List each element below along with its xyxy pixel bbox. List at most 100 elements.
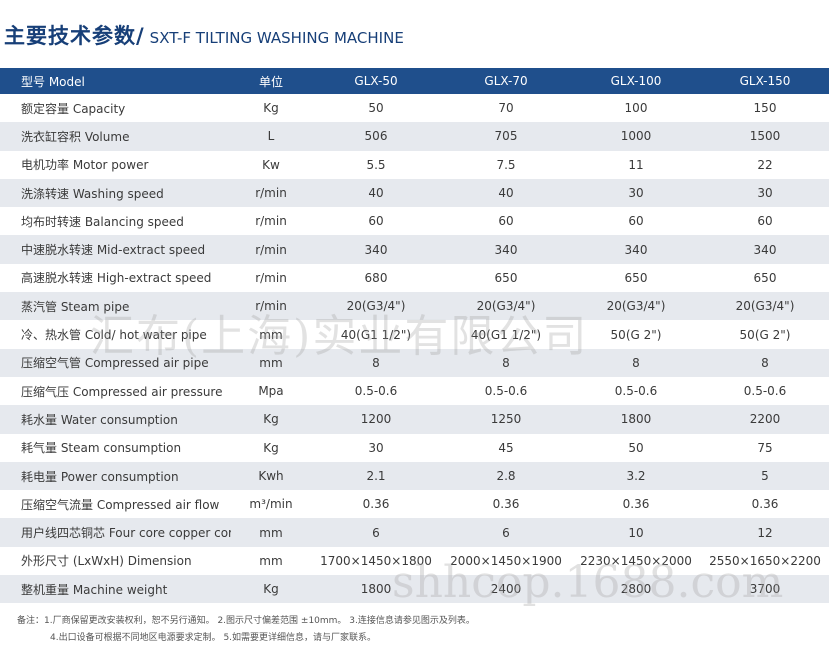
value-cell: 7.5	[441, 150, 571, 179]
table-row: 耗气量 Steam consumption Kg 30 45 50 75	[0, 433, 829, 462]
value-cell: 70	[441, 94, 571, 123]
value-cell: 650	[441, 263, 571, 293]
value-cell: 2400	[441, 575, 571, 604]
param-cell: 用户线四芯铜芯 Four core copper core	[0, 518, 231, 547]
value-cell: 12	[701, 518, 829, 547]
value-cell: 60	[571, 207, 701, 236]
param-cell: 压缩空气流量 Compressed air flow	[0, 490, 231, 519]
unit-cell: r/min	[231, 263, 311, 293]
table-row: 压缩气压 Compressed air pressure Mpa 0.5-0.6 0.…	[0, 376, 829, 406]
table-row: 整机重量 Machine weight Kg 1800 2400 2800 3700	[0, 575, 829, 604]
title-english: SXT-F TILTING WASHING MACHINE	[149, 29, 404, 47]
value-cell: 50(G 2")	[701, 320, 829, 349]
value-cell: 0.36	[311, 490, 441, 519]
table-row: 蒸汽管 Steam pipe r/min 20(G3/4") 20(G3/4") 20(…	[0, 292, 829, 321]
value-cell: 2200	[701, 405, 829, 434]
footnote-line-2: 4.出口设备可根据不同地区电源要求定制。 5.如需要更详细信息，请与厂家联系。	[50, 633, 377, 643]
value-cell: 1700×1450×1800	[311, 546, 441, 576]
param-cell: 蒸汽管 Steam pipe	[0, 292, 231, 321]
header-model-glx-70: GLX-70	[441, 68, 571, 94]
table-header-row: 型号 Model 单位 GLX-50 GLX-70 GLX-100 GLX-15…	[0, 68, 829, 94]
value-cell: 2.1	[311, 461, 441, 491]
value-cell: 0.5-0.6	[311, 376, 441, 406]
header-model-glx-100: GLX-100	[571, 68, 701, 94]
value-cell: 1500	[701, 122, 829, 151]
table-row: 均布时转速 Balancing speed r/min 60 60 60 60	[0, 207, 829, 236]
value-cell: 2230×1450×2000	[571, 546, 701, 576]
value-cell: 50	[571, 433, 701, 462]
value-cell: 75	[701, 433, 829, 462]
value-cell: 3700	[701, 575, 829, 604]
value-cell: 11	[571, 150, 701, 179]
unit-cell: mm	[231, 546, 311, 576]
unit-cell: Kg	[231, 433, 311, 462]
table-row: 压缩空气流量 Compressed air flow m³/min 0.36 0.36…	[0, 490, 829, 519]
unit-cell: Kg	[231, 575, 311, 604]
value-cell: 100	[571, 94, 701, 123]
value-cell: 2800	[571, 575, 701, 604]
unit-cell: m³/min	[231, 490, 311, 519]
value-cell: 8	[441, 348, 571, 377]
value-cell: 30	[701, 178, 829, 208]
header-unit: 单位	[231, 68, 311, 94]
param-cell: 外形尺寸 (LxWxH) Dimension	[0, 546, 231, 576]
value-cell: 650	[571, 263, 701, 293]
page-title: 主要技术参数 / SXT-F TILTING WASHING MACHINE	[4, 20, 404, 52]
value-cell: 8	[311, 348, 441, 377]
value-cell: 20(G3/4")	[311, 292, 441, 321]
value-cell: 0.5-0.6	[441, 376, 571, 406]
title-separator: /	[136, 24, 144, 48]
table-row: 耗电量 Power consumption Kwh 2.1 2.8 3.2 5	[0, 461, 829, 491]
table-row: 压缩空气管 Compressed air pipe mm 8 8 8 8	[0, 348, 829, 377]
table-row: 高速脱水转速 High-extract speed r/min 680 650 650 6…	[0, 263, 829, 293]
param-cell: 洗涤转速 Washing speed	[0, 178, 231, 208]
param-cell: 压缩空气管 Compressed air pipe	[0, 348, 231, 377]
table-row: 洗涤转速 Washing speed r/min 40 40 30 30	[0, 178, 829, 208]
unit-cell: Kwh	[231, 461, 311, 491]
value-cell: 0.36	[701, 490, 829, 519]
param-cell: 高速脱水转速 High-extract speed	[0, 263, 231, 293]
title-chinese: 主要技术参数	[4, 24, 136, 48]
table-row: 洗衣缸容积 Volume L 506 705 1000 1500	[0, 122, 829, 151]
value-cell: 50(G 2")	[571, 320, 701, 349]
value-cell: 40(G1 1/2")	[311, 320, 441, 349]
value-cell: 60	[441, 207, 571, 236]
unit-cell: mm	[231, 348, 311, 377]
value-cell: 0.36	[441, 490, 571, 519]
param-cell: 中速脱水转速 Mid-extract speed	[0, 235, 231, 264]
footnote-line-1: 备注：1.厂商保留更改安装权利，恕不另行通知。 2.图示尺寸偏差范围 ±10mm…	[17, 616, 475, 626]
table-row: 用户线四芯铜芯 Four core copper core mm 6 6 10 12	[0, 518, 829, 547]
value-cell: 30	[311, 433, 441, 462]
param-cell: 额定容量 Capacity	[0, 94, 231, 123]
param-cell: 洗衣缸容积 Volume	[0, 122, 231, 151]
table-row: 冷、热水管 Cold/ hot water pipe mm 40(G1 1/2") 4…	[0, 320, 829, 349]
table-row: 耗水量 Water consumption Kg 1200 1250 1800 2200	[0, 405, 829, 434]
unit-cell: mm	[231, 320, 311, 349]
value-cell: 1800	[571, 405, 701, 434]
param-cell: 电机功率 Motor power	[0, 150, 231, 179]
unit-cell: r/min	[231, 178, 311, 208]
value-cell: 30	[571, 178, 701, 208]
table-row: 额定容量 Capacity Kg 50 70 100 150	[0, 94, 829, 123]
value-cell: 60	[701, 207, 829, 236]
value-cell: 1200	[311, 405, 441, 434]
unit-cell: r/min	[231, 207, 311, 236]
value-cell: 8	[571, 348, 701, 377]
param-cell: 均布时转速 Balancing speed	[0, 207, 231, 236]
param-cell: 耗水量 Water consumption	[0, 405, 231, 434]
table-row: 中速脱水转速 Mid-extract speed r/min 340 340 340 34…	[0, 235, 829, 264]
value-cell: 60	[311, 207, 441, 236]
table-row: 外形尺寸 (LxWxH) Dimension mm 1700×1450×1800 20…	[0, 546, 829, 576]
value-cell: 0.5-0.6	[701, 376, 829, 406]
unit-cell: mm	[231, 518, 311, 547]
param-cell: 耗气量 Steam consumption	[0, 433, 231, 462]
value-cell: 10	[571, 518, 701, 547]
param-cell: 耗电量 Power consumption	[0, 461, 231, 491]
unit-cell: L	[231, 122, 311, 151]
value-cell: 8	[701, 348, 829, 377]
value-cell: 2000×1450×1900	[441, 546, 571, 576]
unit-cell: r/min	[231, 235, 311, 264]
value-cell: 506	[311, 122, 441, 151]
unit-cell: Kw	[231, 150, 311, 179]
value-cell: 1250	[441, 405, 571, 434]
